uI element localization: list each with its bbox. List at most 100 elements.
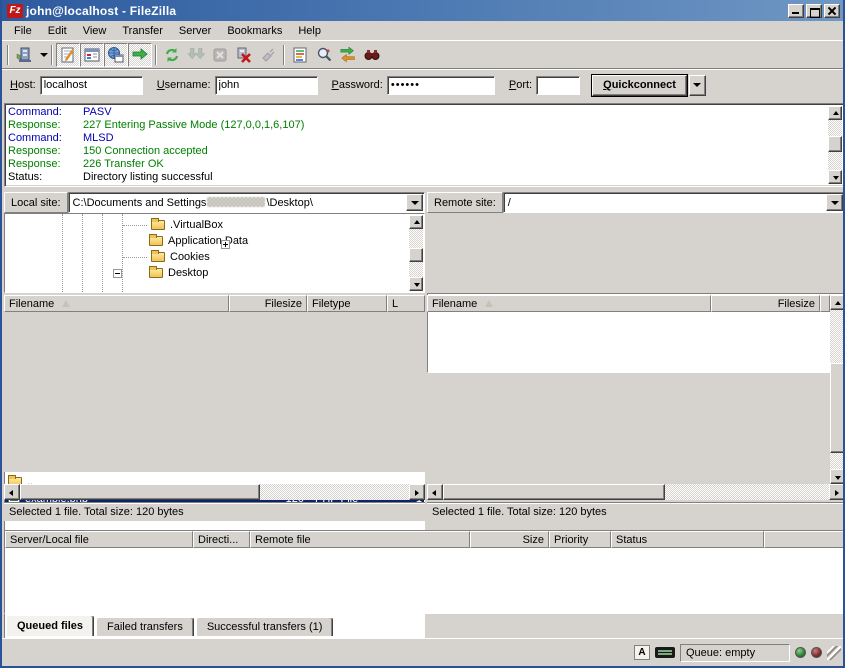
process-queue-button[interactable] [184, 43, 208, 67]
disconnect-icon [235, 46, 253, 64]
remote-hscrollbar[interactable] [427, 484, 845, 500]
scrollbar-thumb[interactable] [409, 248, 423, 262]
toggle-queue-button[interactable] [128, 43, 152, 67]
column-filesize[interactable]: Filesize [711, 295, 820, 312]
remote-site-bar: Remote site: / [427, 192, 845, 213]
username-input[interactable] [215, 76, 318, 95]
host-input[interactable] [40, 76, 143, 95]
column-filetype[interactable]: Filetype [307, 295, 387, 312]
transfer-queue[interactable]: Server/Local file Directi... Remote file… [4, 530, 845, 614]
column-filename[interactable]: Filename [427, 295, 711, 312]
scroll-down-icon[interactable] [830, 469, 845, 484]
filter-button[interactable] [288, 43, 312, 67]
scroll-right-icon[interactable] [829, 484, 845, 500]
port-input[interactable] [536, 76, 580, 95]
column-spacer [764, 531, 844, 548]
column-filesize[interactable]: Filesize [229, 295, 307, 312]
combo-dropdown[interactable] [406, 194, 423, 211]
refresh-button[interactable] [160, 43, 184, 67]
collapse-icon[interactable] [113, 269, 122, 278]
maximize-button[interactable] [806, 4, 822, 18]
remote-list-scrollbar[interactable] [830, 295, 845, 484]
column-extra[interactable] [820, 295, 830, 312]
column-lastmodified[interactable]: L [387, 295, 425, 312]
scrollbar-thumb[interactable] [20, 484, 260, 500]
combo-dropdown[interactable] [826, 194, 843, 211]
scroll-right-icon[interactable] [409, 484, 425, 500]
disconnect-button[interactable] [232, 43, 256, 67]
scroll-up-icon[interactable] [830, 295, 845, 310]
synchronized-browsing-button[interactable] [336, 43, 360, 67]
column-remote-file[interactable]: Remote file [250, 531, 470, 548]
log-text: 226 Transfer OK [83, 158, 164, 171]
cancel-button[interactable] [208, 43, 232, 67]
column-filename[interactable]: Filename [4, 295, 229, 312]
tab-queued-files[interactable]: Queued files [6, 615, 94, 636]
scroll-up-icon[interactable] [409, 215, 423, 229]
scrollbar-thumb[interactable] [828, 136, 842, 152]
filezilla-window: Fz john@localhost - FileZilla File Edit … [0, 0, 845, 668]
scrollbar-thumb[interactable] [830, 363, 845, 453]
queue-status: Queue: empty [680, 644, 790, 662]
title-bar[interactable]: Fz john@localhost - FileZilla [2, 0, 843, 21]
message-log[interactable]: Command:PASV Response:227 Entering Passi… [4, 103, 845, 187]
port-label: Port: [509, 79, 532, 91]
close-button[interactable] [824, 4, 840, 18]
reconnect-icon [259, 46, 277, 64]
scroll-left-icon[interactable] [4, 484, 20, 500]
scroll-down-icon[interactable] [828, 170, 842, 184]
find-files-button[interactable] [360, 43, 384, 67]
remote-status: Selected 1 file. Total size: 120 bytes [427, 502, 845, 521]
menu-view[interactable]: View [75, 23, 115, 39]
local-tree-scrollbar[interactable] [409, 215, 423, 291]
reconnect-button[interactable] [256, 43, 280, 67]
column-status[interactable]: Status [611, 531, 764, 548]
site-manager-button[interactable] [12, 43, 36, 67]
log-label: Status: [5, 171, 83, 184]
folder-icon [151, 220, 165, 230]
menu-bookmarks[interactable]: Bookmarks [219, 23, 290, 39]
local-hscrollbar[interactable] [4, 484, 425, 500]
column-priority[interactable]: Priority [549, 531, 611, 548]
tab-failed-transfers[interactable]: Failed transfers [96, 617, 194, 636]
menu-server[interactable]: Server [171, 23, 219, 39]
tree-item-desktop[interactable]: Desktop [5, 265, 424, 281]
data-type-indicator[interactable]: A [634, 645, 650, 660]
menu-file[interactable]: File [6, 23, 40, 39]
toggle-remote-tree-button[interactable] [104, 43, 128, 67]
menu-transfer[interactable]: Transfer [114, 23, 171, 39]
quickconnect-dropdown[interactable] [689, 75, 706, 96]
local-tree[interactable]: .VirtualBox Application Data Cookies Des… [4, 213, 425, 293]
log-label: Response: [5, 158, 83, 171]
scroll-up-icon[interactable] [828, 106, 842, 120]
tree-item-cookies[interactable]: Cookies [5, 249, 424, 265]
quickconnect-button[interactable]: Quickconnect [592, 75, 687, 96]
column-direction[interactable]: Directi... [193, 531, 250, 548]
scroll-left-icon[interactable] [427, 484, 443, 500]
resize-grip[interactable] [827, 646, 841, 660]
scroll-down-icon[interactable] [409, 277, 423, 291]
tree-item-application-data[interactable]: Application Data [5, 233, 424, 249]
column-size[interactable]: Size [470, 531, 549, 548]
tree-item-virtualbox[interactable]: .VirtualBox [5, 217, 424, 233]
speed-limit-icon[interactable] [655, 647, 675, 658]
toggle-local-tree-button[interactable] [80, 43, 104, 67]
chevron-down-icon [693, 83, 701, 87]
directory-comparison-button[interactable] [312, 43, 336, 67]
activity-led-red [811, 647, 822, 658]
scrollbar-thumb[interactable] [443, 484, 665, 500]
remote-site-combo[interactable]: / [503, 192, 845, 213]
menu-edit[interactable]: Edit [40, 23, 75, 39]
minimize-button[interactable] [788, 4, 804, 18]
site-manager-dropdown-icon[interactable] [40, 53, 48, 57]
log-scrollbar[interactable] [828, 106, 842, 184]
menu-help[interactable]: Help [290, 23, 329, 39]
expand-icon[interactable] [221, 240, 230, 249]
password-input[interactable] [387, 76, 495, 95]
column-server-local-file[interactable]: Server/Local file [5, 531, 193, 548]
local-site-combo[interactable]: C:\Documents and Settings\Desktop\ [68, 192, 425, 213]
toggle-message-log-button[interactable] [56, 43, 80, 67]
directory-comparison-icon [315, 46, 333, 64]
tab-successful-transfers[interactable]: Successful transfers (1) [196, 617, 334, 636]
tree-item-label: Cookies [170, 251, 210, 263]
